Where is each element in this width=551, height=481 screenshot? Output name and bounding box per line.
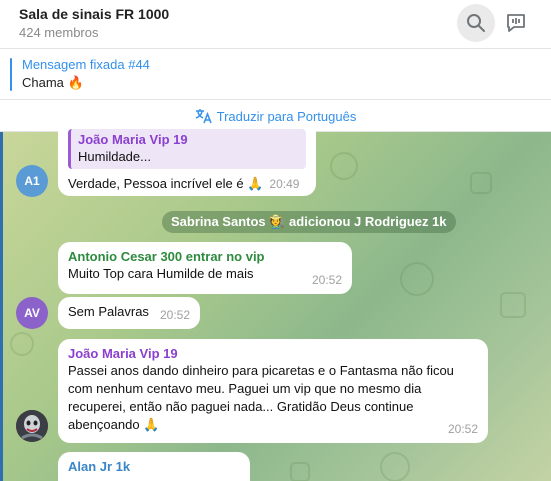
message-line: recuperei, então não paguei nada... Grat…	[68, 399, 414, 414]
more-button[interactable]	[537, 4, 551, 42]
chat-header: Sala de sinais FR 1000 424 membros	[0, 0, 551, 49]
message-time: 20:52	[311, 273, 342, 287]
pinned-indicator	[10, 58, 12, 91]
chat-title[interactable]: Sala de sinais FR 1000	[19, 6, 169, 22]
message-line: Passei anos dando dinheiro para picareta…	[68, 363, 454, 378]
folder-strip	[0, 132, 3, 481]
message-text: Muito Top cara Humilde de mais	[68, 266, 254, 281]
message-bubble[interactable]: João Maria Vip 19 Passei anos dando dinh…	[58, 339, 488, 443]
message-sender[interactable]: João Maria Vip 19	[68, 345, 478, 362]
avatar-initials: AV	[24, 306, 40, 320]
member-count: 424 membros	[19, 25, 99, 40]
translate-icon	[195, 109, 212, 124]
message-bubble[interactable]: João Maria Vip 19 Humildade... Verdade, …	[58, 124, 316, 196]
message-line: abençoando 🙏	[68, 417, 160, 432]
wallpaper-doodle	[400, 262, 434, 296]
avatar[interactable]: A1	[16, 165, 48, 197]
message-text: Verdade, Pessoa incrível ele é 🙏	[68, 176, 264, 191]
chat-icon	[507, 14, 525, 32]
message-text: Sem Palavras	[68, 304, 149, 319]
wallpaper-doodle	[330, 152, 358, 180]
message-sender[interactable]: Antonio Cesar 300 entrar no vip	[68, 248, 342, 265]
wallpaper-doodle	[380, 452, 410, 481]
search-icon	[467, 14, 485, 32]
message-bubble[interactable]: Sem Palavras 20:52	[58, 297, 200, 329]
avatar[interactable]: AV	[16, 297, 48, 329]
message-time: 20:49	[269, 177, 300, 191]
avatar-image	[16, 410, 48, 442]
avatar-initials: A1	[24, 174, 40, 188]
reply-sender: João Maria Vip 19	[78, 132, 188, 147]
service-message: Sabrina Santos 🧑‍🌾 adicionou J Rodriguez…	[162, 211, 456, 233]
wallpaper-doodle	[500, 292, 526, 318]
service-text: Sabrina Santos 🧑‍🌾 adicionou J Rodriguez…	[171, 214, 447, 229]
search-button[interactable]	[457, 4, 495, 42]
reply-quote[interactable]: João Maria Vip 19 Humildade...	[68, 129, 306, 169]
translate-label: Traduzir para Português	[216, 108, 357, 124]
message-line: com nenhum centavo meu. Paguei um vip qu…	[68, 381, 422, 396]
pinned-title: Mensagem fixada #44	[22, 57, 150, 72]
message-time: 20:52	[447, 422, 478, 436]
avatar[interactable]	[16, 410, 48, 442]
topics-button[interactable]	[497, 4, 535, 42]
wallpaper-doodle	[10, 332, 34, 356]
pinned-message[interactable]: Mensagem fixada #44 Chama 🔥	[0, 50, 551, 100]
wallpaper-doodle	[290, 462, 310, 481]
reply-text: Humildade...	[78, 149, 151, 164]
message-bubble[interactable]: Antonio Cesar 300 entrar no vip Muito To…	[58, 242, 352, 294]
message-time: 20:52	[159, 308, 190, 322]
message-bubble[interactable]: Alan Jr 1k	[58, 452, 250, 481]
pinned-text: Chama 🔥	[22, 75, 84, 90]
wallpaper-doodle	[470, 172, 492, 194]
message-sender[interactable]: Alan Jr 1k	[68, 458, 240, 475]
